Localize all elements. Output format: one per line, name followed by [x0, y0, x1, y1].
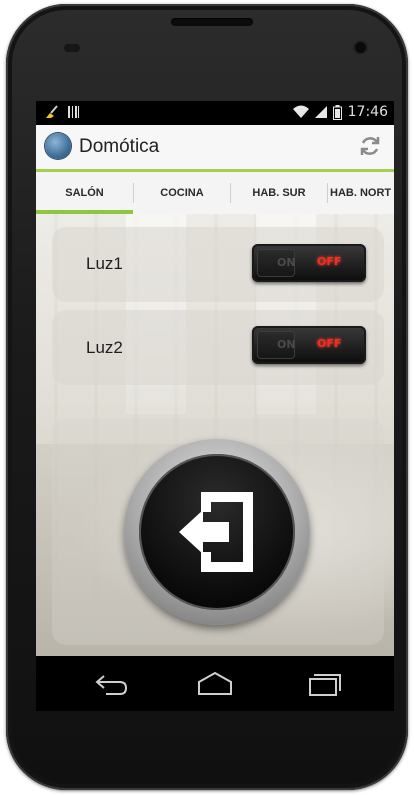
light-1-switch[interactable]: ON OFF: [252, 244, 366, 282]
app-logo-icon: [45, 133, 71, 159]
light-label: Luz1: [86, 254, 123, 273]
light-label: Luz2: [86, 338, 123, 357]
tab-hab-norte[interactable]: HAB. NORT: [328, 172, 394, 214]
tab-label: HAB. NORT: [330, 187, 392, 199]
switch-off-label: OFF: [317, 255, 342, 268]
action-bar: Domótica: [36, 125, 394, 172]
status-bar: 17:46: [36, 101, 394, 125]
navigation-bar: [36, 656, 394, 711]
tab-label: COCINA: [160, 187, 204, 199]
exit-button[interactable]: [124, 439, 310, 625]
wifi-icon: [292, 105, 309, 118]
tab-label: HAB. SUR: [252, 187, 306, 199]
signal-icon: [314, 106, 327, 118]
switch-on-label: ON: [277, 256, 296, 269]
tab-label: SALÓN: [65, 187, 104, 199]
battery-icon: [332, 104, 342, 120]
room-panel: Luz1 ON OFF Luz2 ON OFF: [36, 214, 394, 656]
light-2-switch[interactable]: ON OFF: [252, 326, 366, 364]
tab-cocina[interactable]: COCINA: [134, 172, 230, 214]
exit-icon: [179, 492, 253, 572]
notification-broom-icon: [46, 105, 58, 118]
app-title: Domótica: [79, 136, 160, 157]
home-icon[interactable]: [195, 670, 235, 698]
light-row-2: Luz2 ON OFF: [52, 310, 384, 385]
back-icon[interactable]: [90, 670, 130, 698]
tab-bar: SALÓN COCINA HAB. SUR HAB. NORT: [36, 172, 394, 214]
front-camera: [355, 42, 366, 53]
status-time: 17:46: [347, 104, 388, 120]
tab-hab-sur[interactable]: HAB. SUR: [231, 172, 327, 214]
phone-frame: 17:46 Domótica SALÓN COCINA HAB. SUR HAB…: [6, 4, 408, 790]
light-row-1: Luz1 ON OFF: [52, 227, 384, 302]
switch-on-label: ON: [277, 338, 296, 351]
refresh-icon[interactable]: [358, 134, 382, 158]
proximity-sensor: [64, 44, 80, 52]
screen: 17:46 Domótica SALÓN COCINA HAB. SUR HAB…: [36, 101, 394, 711]
earpiece-speaker: [171, 18, 253, 26]
recent-apps-icon[interactable]: [304, 670, 344, 698]
switch-off-label: OFF: [317, 337, 342, 350]
exit-button-face: [139, 454, 295, 610]
tab-salon[interactable]: SALÓN: [36, 172, 133, 214]
notification-barcode-icon: [68, 106, 79, 118]
